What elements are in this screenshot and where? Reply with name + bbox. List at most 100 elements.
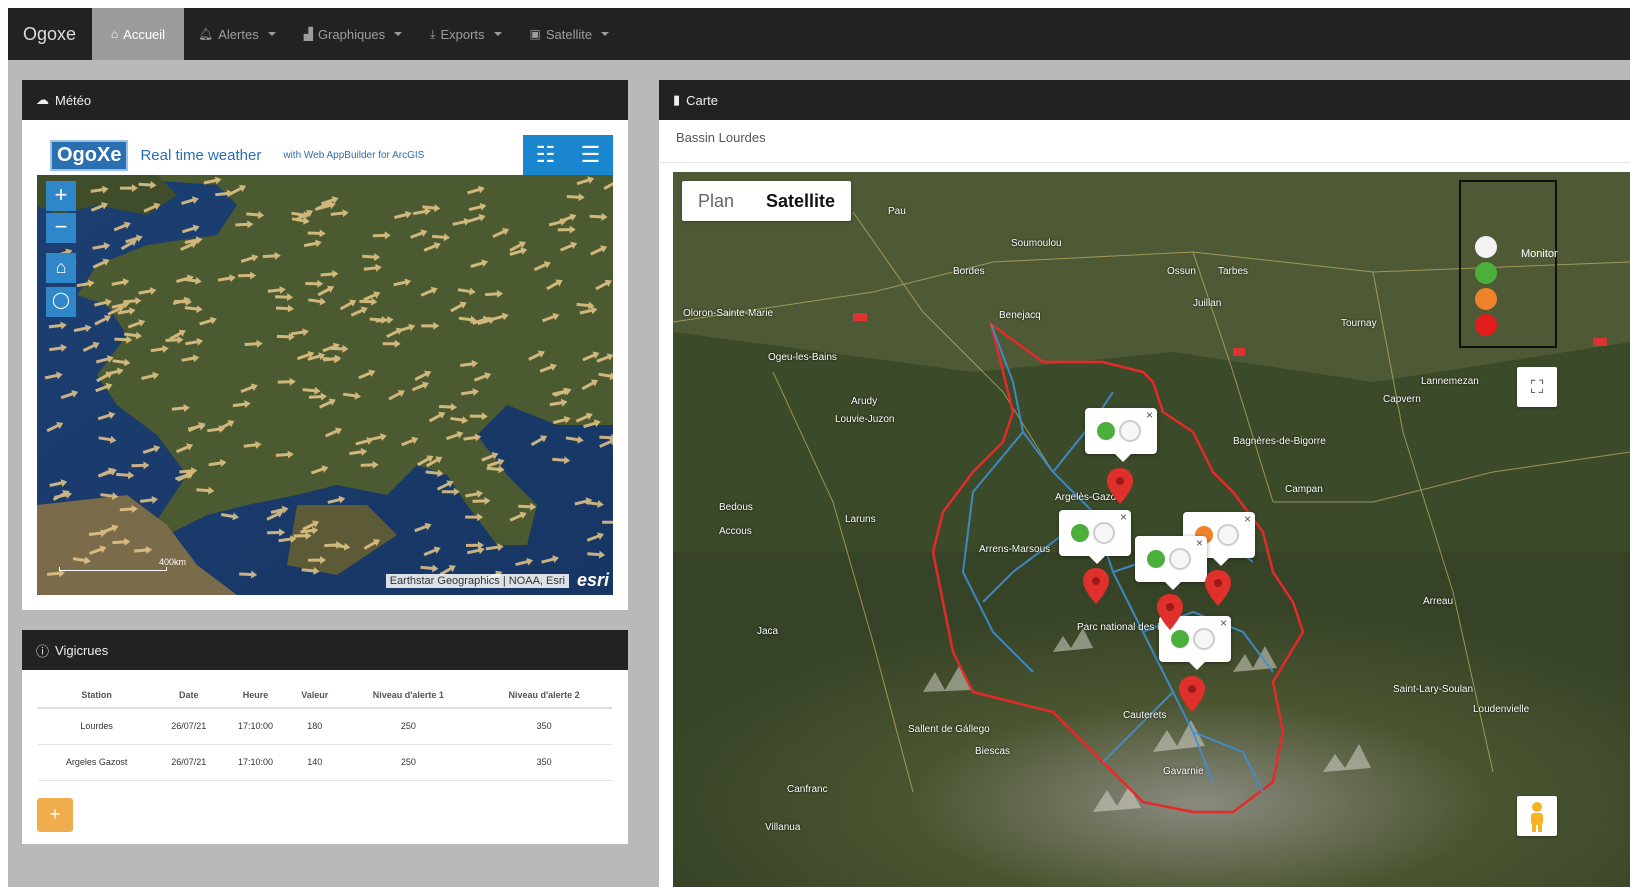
cell-heure: 17:10:00 — [222, 744, 289, 781]
brand[interactable]: Ogoxe — [8, 8, 92, 60]
place-label: Bedous — [719, 502, 753, 513]
weather-widget[interactable]: OgoXe Real time weather with Web AppBuil… — [37, 135, 613, 595]
meteo-panel-title: Météo — [55, 92, 92, 108]
place-label: Campan — [1285, 484, 1323, 495]
place-label: Gavarnie — [1163, 766, 1204, 777]
place-label: Canfranc — [787, 784, 828, 795]
weather-map-canvas — [37, 175, 613, 595]
home-icon: ⌂ — [55, 257, 67, 277]
place-label: Arreau — [1423, 596, 1454, 607]
map-type-satellite[interactable]: Satellite — [750, 191, 851, 212]
map-icon: ▮ — [673, 92, 681, 107]
place-label: Benejacq — [999, 310, 1041, 321]
place-label: Biescas — [975, 746, 1011, 757]
place-label: Cauterets — [1123, 710, 1167, 721]
attribution-text: Earthstar Geographics | NOAA, Esri — [385, 573, 569, 588]
place-label: Juillan — [1193, 298, 1222, 309]
zoom-in-button[interactable]: + — [46, 181, 76, 211]
status-legend: Monitor — [1459, 180, 1558, 348]
weather-widget-tools: ☷ ☰ — [523, 135, 613, 175]
cell-alerte-1: 250 — [340, 708, 477, 745]
vigicrues-panel-header: ⓘ Vigicrues — [22, 630, 628, 670]
close-icon[interactable]: × — [1244, 512, 1251, 526]
home-extent-button[interactable]: ⌂ — [46, 253, 76, 283]
weather-widget-header: OgoXe Real time weather with Web AppBuil… — [37, 135, 613, 175]
caret-down-icon — [601, 32, 610, 36]
legend-list-icon[interactable]: ☷ — [536, 142, 556, 168]
locate-icon: ◯ — [52, 292, 70, 309]
station-pin[interactable] — [1157, 594, 1183, 630]
column-header[interactable]: Heure — [222, 682, 289, 709]
legend-dot-orange — [1475, 288, 1497, 310]
locate-button[interactable]: ◯ — [46, 287, 76, 317]
station-popup[interactable]: × — [1085, 408, 1157, 462]
nav-satellite[interactable]: ▣ Satellite — [516, 8, 624, 60]
caret-down-icon — [493, 32, 502, 36]
close-icon[interactable]: × — [1146, 408, 1153, 422]
place-label: Tournay — [1341, 318, 1377, 329]
weather-widget-title: Real time weather — [140, 146, 262, 164]
carte-subtitle: Bassin Lourdes — [676, 130, 766, 145]
cell-alerte-2: 350 — [476, 708, 612, 745]
close-icon[interactable]: × — [1120, 510, 1127, 524]
map-attribution: Earthstar Geographics | NOAA, Esri esri — [385, 570, 609, 591]
ogoxe-logo: OgoXe — [50, 139, 129, 171]
chart-icon: ▟ — [303, 27, 313, 41]
map-type-toggle: Plan Satellite — [682, 181, 852, 221]
add-station-button[interactable]: + — [37, 798, 73, 832]
status-led-green — [1071, 524, 1089, 542]
zoom-out-button[interactable]: − — [46, 213, 76, 243]
place-label: Capvern — [1383, 394, 1421, 405]
close-icon[interactable]: × — [1220, 616, 1227, 630]
column-header[interactable]: Valeur — [288, 682, 341, 709]
place-label: Ogeu-les-Bains — [768, 352, 837, 363]
column-header[interactable]: Station — [38, 682, 156, 709]
caret-down-icon — [394, 32, 403, 36]
cell-station: Argeles Gazost — [38, 744, 156, 781]
place-label: Villanua — [765, 822, 801, 833]
weather-map[interactable]: + − ⌂ ◯ 400km Earthstar Geographics | NO… — [37, 175, 613, 595]
column-header[interactable]: Niveau d'alerte 1 — [340, 682, 477, 709]
legend-text: Monitor — [1521, 248, 1558, 260]
station-pin[interactable] — [1107, 468, 1133, 504]
station-pin[interactable] — [1205, 570, 1231, 606]
station-pin[interactable] — [1083, 568, 1109, 604]
nav-alertes[interactable]: 🔔︎ Alertes — [184, 8, 290, 60]
table-row[interactable]: Argeles Gazost 26/07/21 17:10:00 140 250… — [38, 744, 612, 781]
nav-graphiques-label: Graphiques — [317, 26, 386, 42]
close-icon[interactable]: × — [1196, 536, 1203, 550]
cell-valeur: 180 — [288, 708, 341, 745]
scale-label: 400km — [159, 557, 187, 567]
esri-logo: esri — [576, 570, 609, 590]
menu-icon[interactable]: ☰ — [581, 142, 601, 168]
street-view-button[interactable] — [1517, 796, 1557, 836]
station-popup[interactable]: × — [1135, 536, 1207, 590]
app-frame: Ogoxe ⌂ Accueil 🔔︎ Alertes ▟ Graphiques … — [8, 8, 1630, 887]
status-led-green — [1171, 630, 1189, 648]
table-row[interactable]: Lourdes 26/07/21 17:10:00 180 250 350 — [38, 708, 612, 745]
cell-alerte-1: 250 — [340, 744, 477, 781]
carte-panel-header: ▮ Carte — [659, 80, 1630, 120]
place-label: Pau — [888, 206, 906, 217]
station-popup[interactable]: × — [1059, 510, 1131, 564]
fullscreen-button[interactable]: ⛶ — [1517, 367, 1557, 407]
meteo-panel-header: ☁ Météo — [22, 80, 628, 120]
column-header[interactable]: Date — [155, 682, 223, 709]
nav-exports[interactable]: ⤓ Exports — [416, 8, 515, 60]
legend-dot-white — [1475, 236, 1497, 258]
cell-valeur: 140 — [288, 744, 341, 781]
vigicrues-table: Station Date Heure Valeur Niveau d'alert… — [38, 682, 612, 781]
cloud-icon: ☁ — [36, 92, 49, 107]
map-type-plan[interactable]: Plan — [682, 191, 750, 212]
place-label: Bordes — [953, 266, 985, 277]
place-label: Loudenvielle — [1473, 704, 1530, 715]
image-icon: ▣ — [529, 27, 541, 41]
column-header[interactable]: Niveau d'alerte 2 — [476, 682, 612, 709]
carte-panel-title: Carte — [686, 92, 718, 108]
google-map[interactable]: Pau Tarbes Bordes Juillan Oloron-Sainte-… — [673, 172, 1630, 887]
nav-accueil[interactable]: ⌂ Accueil — [92, 8, 184, 60]
nav-graphiques[interactable]: ▟ Graphiques — [290, 8, 416, 60]
station-pin[interactable] — [1179, 676, 1205, 712]
download-icon: ⤓ — [430, 26, 436, 41]
nav-accueil-label: Accueil — [123, 26, 166, 42]
